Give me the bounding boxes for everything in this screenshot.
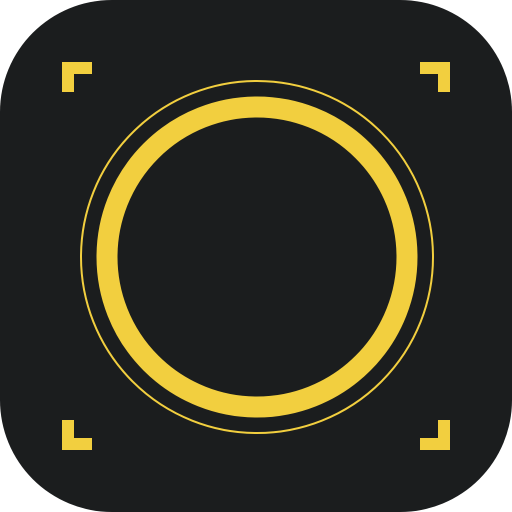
- app-icon[interactable]: [0, 0, 512, 512]
- icon-background-tile: [0, 0, 512, 512]
- camera-lens-app-icon: [0, 0, 512, 512]
